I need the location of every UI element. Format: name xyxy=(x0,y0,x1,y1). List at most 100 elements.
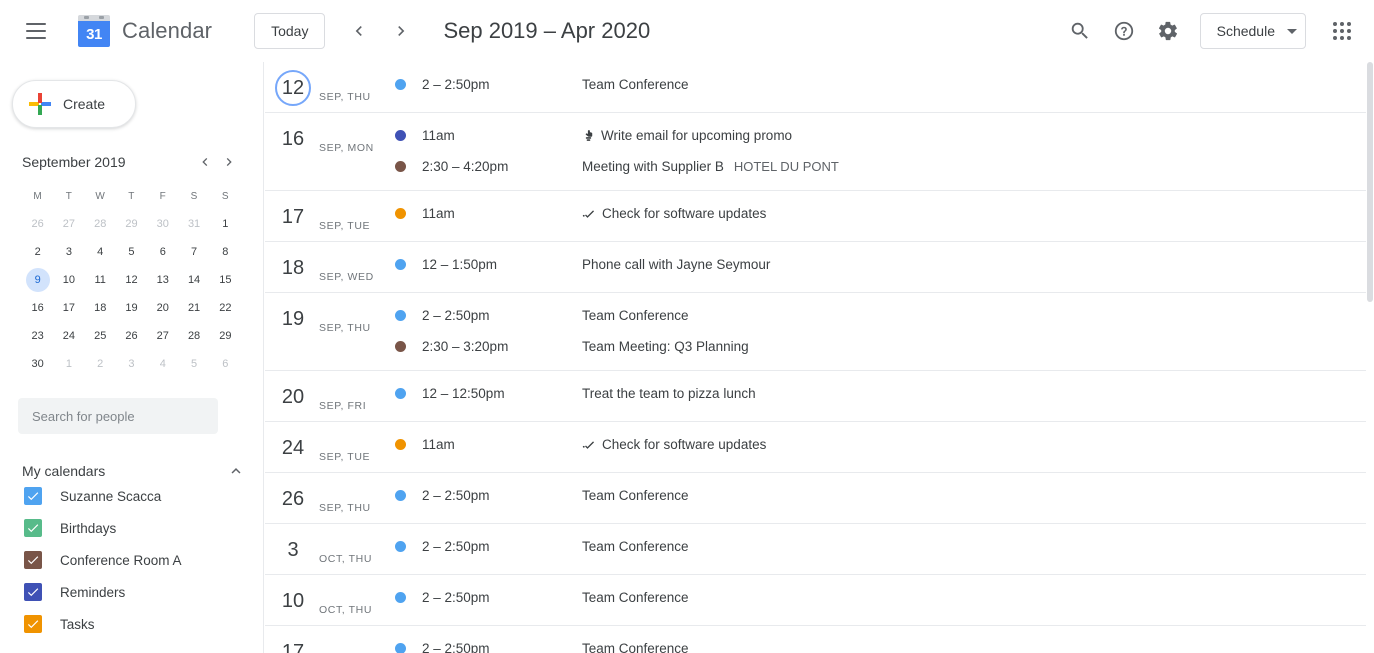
schedule-event[interactable]: 2:30 – 3:20pm Team Meeting: Q3 Planning xyxy=(395,331,1368,362)
create-button[interactable]: Create xyxy=(12,80,136,128)
mini-calendar-day[interactable]: 12 xyxy=(116,268,147,292)
mini-calendar-day[interactable]: 4 xyxy=(147,352,178,376)
calendar-list-item[interactable]: Suzanne Scacca xyxy=(0,480,263,512)
mini-calendar-day[interactable]: 5 xyxy=(116,240,147,264)
mini-calendar-day[interactable]: 29 xyxy=(210,324,241,348)
mini-calendar-day[interactable]: 28 xyxy=(85,212,116,236)
chevron-up-icon[interactable] xyxy=(227,462,245,480)
today-button[interactable]: Today xyxy=(254,13,326,49)
my-calendars-header[interactable]: My calendars xyxy=(22,462,245,480)
mini-calendar-day[interactable]: 16 xyxy=(22,296,53,320)
mini-calendar-day[interactable]: 3 xyxy=(116,352,147,376)
mini-calendar-day[interactable]: 17 xyxy=(53,296,84,320)
mini-calendar-day-number: 26 xyxy=(31,218,44,230)
mini-calendar-day[interactable]: 25 xyxy=(85,324,116,348)
calendar-list-item[interactable]: Tasks xyxy=(0,608,263,640)
mini-calendar-day[interactable]: 18 xyxy=(85,296,116,320)
scrollbar-thumb[interactable] xyxy=(1367,62,1373,302)
search-icon[interactable] xyxy=(1058,9,1102,53)
mini-calendar-day[interactable]: 8 xyxy=(210,240,241,264)
calendar-checkbox[interactable] xyxy=(24,551,42,569)
mini-calendar-day[interactable]: 26 xyxy=(116,324,147,348)
schedule-day-row[interactable]: 17 SEP, TUE 11am Check for software updates xyxy=(265,191,1368,242)
schedule-day-row[interactable]: 10 OCT, THU 2 – 2:50pm Team Conference xyxy=(265,575,1368,626)
apps-grid-icon[interactable] xyxy=(1320,9,1364,53)
mini-calendar-day[interactable]: 20 xyxy=(147,296,178,320)
gear-icon[interactable] xyxy=(1146,9,1190,53)
schedule-day-row[interactable]: 26 SEP, THU 2 – 2:50pm Team Conference xyxy=(265,473,1368,524)
hamburger-menu-icon[interactable] xyxy=(12,7,60,55)
schedule-event[interactable]: 2 – 2:50pm Team Conference xyxy=(395,633,1368,653)
mini-calendar-day[interactable]: 13 xyxy=(147,268,178,292)
schedule-event[interactable]: 2 – 2:50pm Team Conference xyxy=(395,480,1368,511)
mini-calendar-day[interactable]: 7 xyxy=(178,240,209,264)
calendar-list-item[interactable]: Reminders xyxy=(0,576,263,608)
help-icon[interactable] xyxy=(1102,9,1146,53)
schedule-event[interactable]: 12 – 12:50pm Treat the team to pizza lunc… xyxy=(395,378,1368,409)
mini-calendar-day[interactable]: 30 xyxy=(22,352,53,376)
previous-period-arrow-icon[interactable] xyxy=(341,13,377,49)
mini-calendar-day[interactable]: 3 xyxy=(53,240,84,264)
mini-calendar-day[interactable]: 23 xyxy=(22,324,53,348)
mini-calendar-day[interactable]: 24 xyxy=(53,324,84,348)
mini-calendar-day[interactable]: 31 xyxy=(178,212,209,236)
search-people-input[interactable] xyxy=(18,398,218,434)
schedule-event[interactable]: 11am Check for software updates xyxy=(395,198,1368,229)
schedule-row-date: 17OCT, THU xyxy=(265,626,395,653)
mini-calendar-day[interactable]: 27 xyxy=(147,324,178,348)
schedule-day-row[interactable]: 24 SEP, TUE 11am Check for software updates xyxy=(265,422,1368,473)
schedule-event[interactable]: 2 – 2:50pm Team Conference xyxy=(395,69,1368,100)
schedule-event[interactable]: 11am Write email for upcoming promo xyxy=(395,120,1368,151)
mini-calendar-day[interactable]: 4 xyxy=(85,240,116,264)
event-color-dot-icon xyxy=(395,341,406,352)
mini-calendar-day[interactable]: 1 xyxy=(53,352,84,376)
schedule-event[interactable]: 2 – 2:50pm Team Conference xyxy=(395,300,1368,331)
mini-calendar-day[interactable]: 26 xyxy=(22,212,53,236)
next-period-arrow-icon[interactable] xyxy=(383,13,419,49)
mini-calendar-day[interactable]: 2 xyxy=(22,240,53,264)
schedule-event[interactable]: 12 – 1:50pm Phone call with Jayne Seymour xyxy=(395,249,1368,280)
schedule-event[interactable]: 11am Check for software updates xyxy=(395,429,1368,460)
mini-calendar-day[interactable]: 5 xyxy=(178,352,209,376)
mini-calendar-day[interactable]: 6 xyxy=(210,352,241,376)
schedule-day-row[interactable]: 17OCT, THU 2 – 2:50pm Team Conference xyxy=(265,626,1368,653)
mini-calendar-day[interactable]: 9 xyxy=(22,268,53,292)
mini-calendar-day[interactable]: 1 xyxy=(210,212,241,236)
mini-calendar-day[interactable]: 15 xyxy=(210,268,241,292)
schedule-day-row[interactable]: 20 SEP, FRI 12 – 12:50pm Treat the team to … xyxy=(265,371,1368,422)
mini-calendar-day[interactable]: 29 xyxy=(116,212,147,236)
mini-calendar-day[interactable]: 14 xyxy=(178,268,209,292)
schedule-scrollbar[interactable] xyxy=(1366,62,1374,653)
mini-calendar-day[interactable]: 19 xyxy=(116,296,147,320)
calendar-checkbox[interactable] xyxy=(24,583,42,601)
mini-calendar-day[interactable]: 11 xyxy=(85,268,116,292)
mini-calendar-day[interactable]: 21 xyxy=(178,296,209,320)
schedule-event[interactable]: 2 – 2:50pm Team Conference xyxy=(395,582,1368,613)
mini-calendar-dow-3: T xyxy=(128,190,135,202)
schedule-event[interactable]: 2:30 – 4:20pm Meeting with Supplier B HOTE… xyxy=(395,151,1368,182)
schedule-day-row[interactable]: 16 SEP, MON 11am Write email for upcoming p… xyxy=(265,113,1368,191)
schedule-day-row[interactable]: 18 SEP, WED 12 – 1:50pm Phone call with Jay… xyxy=(265,242,1368,293)
google-calendar-logo-icon[interactable]: 31 xyxy=(78,15,110,47)
mini-calendar-day[interactable]: 6 xyxy=(147,240,178,264)
calendar-checkbox[interactable] xyxy=(24,487,42,505)
schedule-day-row[interactable]: 3 OCT, THU 2 – 2:50pm Team Conference xyxy=(265,524,1368,575)
mini-calendar-day[interactable]: 30 xyxy=(147,212,178,236)
calendar-checkbox[interactable] xyxy=(24,519,42,537)
calendar-checkbox[interactable] xyxy=(24,615,42,633)
event-title-text: Team Conference xyxy=(582,641,689,653)
mini-calendar-day[interactable]: 27 xyxy=(53,212,84,236)
mini-calendar-day[interactable]: 22 xyxy=(210,296,241,320)
mini-calendar-day[interactable]: 2 xyxy=(85,352,116,376)
schedule-day-row[interactable]: 12 SEP, THU 2 – 2:50pm Team Conference xyxy=(265,62,1368,113)
calendar-list-item[interactable]: Conference Room A xyxy=(0,544,263,576)
mini-calendar-prev-icon[interactable] xyxy=(193,150,217,174)
mini-calendar-day[interactable]: 28 xyxy=(178,324,209,348)
schedule-event[interactable]: 2 – 2:50pm Team Conference xyxy=(395,531,1368,562)
view-select-dropdown[interactable]: Schedule xyxy=(1199,13,1306,49)
schedule-day-of-week: SEP, THU xyxy=(319,90,371,103)
schedule-day-row[interactable]: 19 SEP, THU 2 – 2:50pm Team Conference 2:30 … xyxy=(265,293,1368,371)
mini-calendar-next-icon[interactable] xyxy=(217,150,241,174)
mini-calendar-day[interactable]: 10 xyxy=(53,268,84,292)
calendar-list-item[interactable]: Birthdays xyxy=(0,512,263,544)
